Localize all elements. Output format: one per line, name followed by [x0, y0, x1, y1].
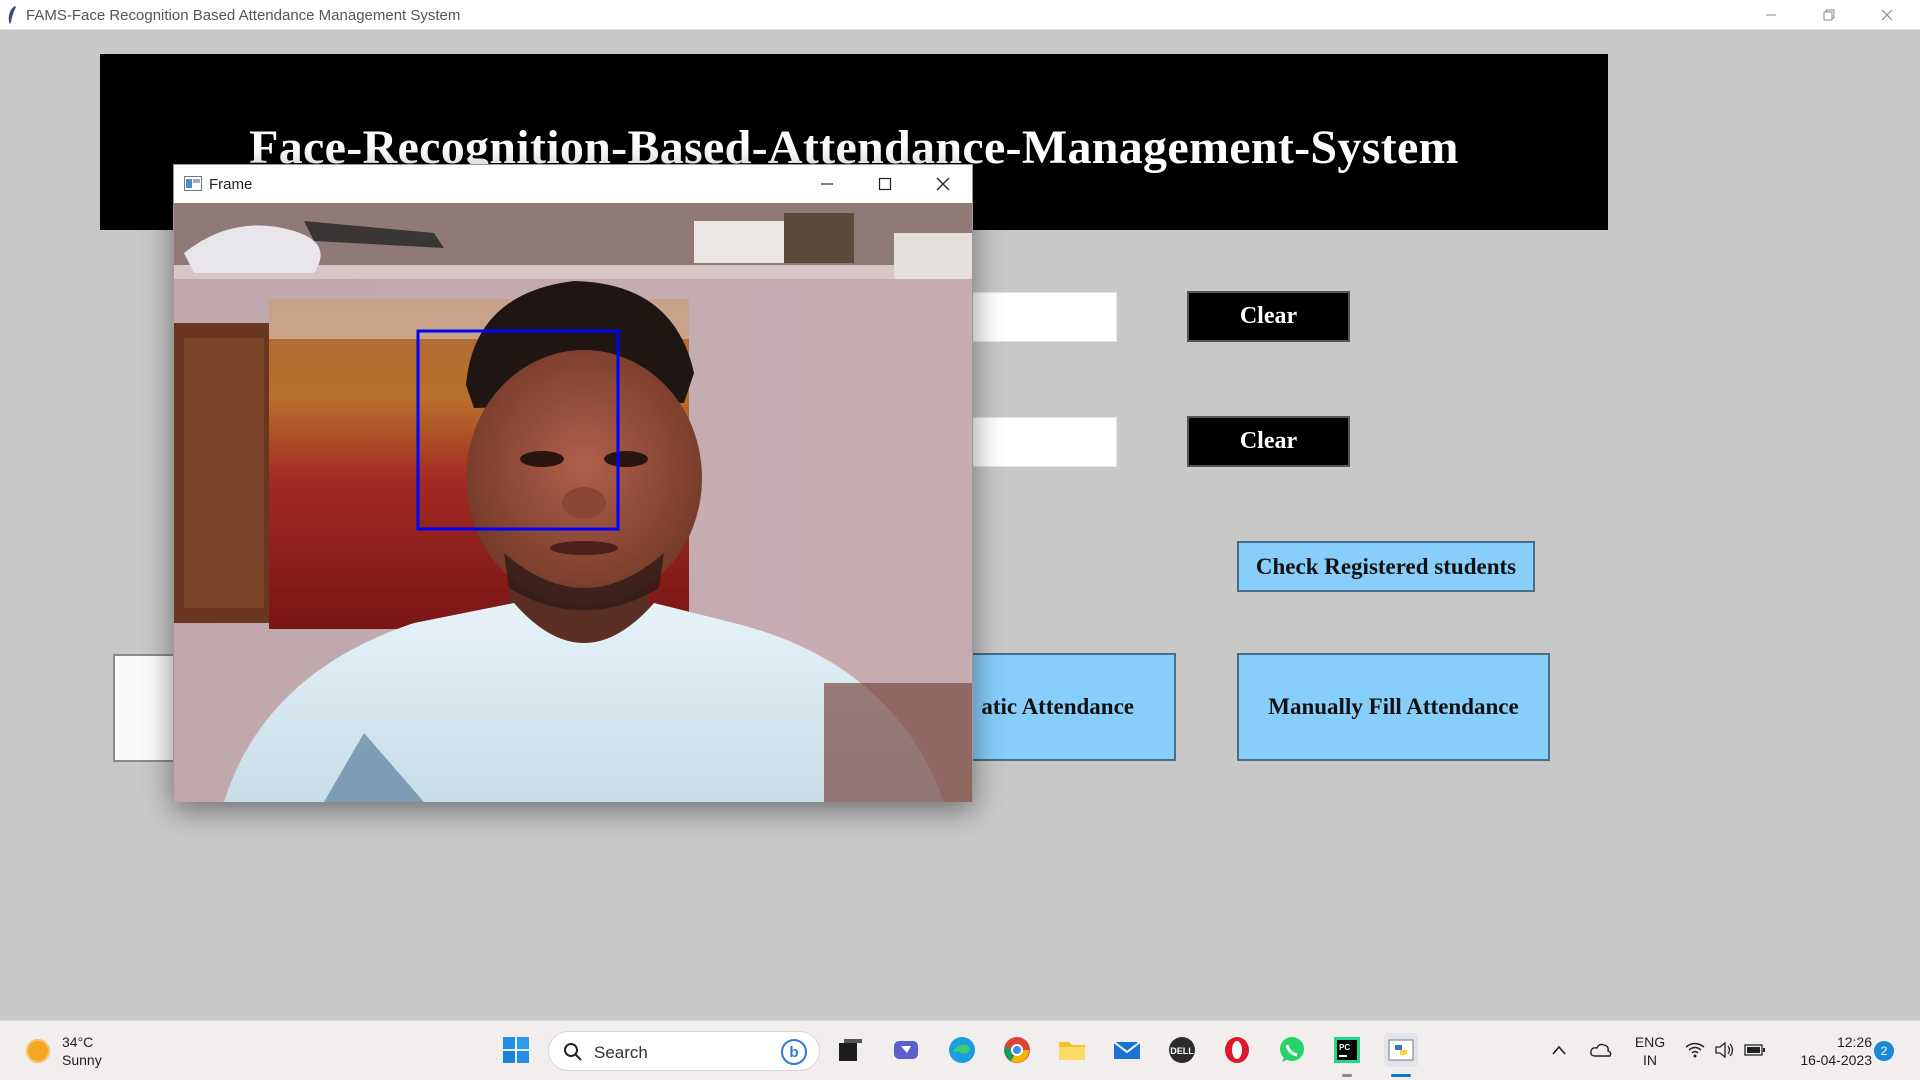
mail-button[interactable] [1110, 1033, 1144, 1067]
python-icon [1388, 1039, 1414, 1061]
camera-feed [174, 203, 972, 802]
file-explorer-button[interactable] [1055, 1033, 1089, 1067]
battery-icon [1744, 1044, 1765, 1056]
whatsapp-icon [1280, 1037, 1304, 1062]
camera-frame-window[interactable]: Frame [173, 164, 973, 802]
battery-button[interactable] [1742, 1033, 1768, 1067]
onedrive-button[interactable] [1586, 1033, 1616, 1067]
webcam-image [174, 203, 972, 802]
chrome-button[interactable] [1000, 1033, 1034, 1067]
name-input[interactable] [960, 417, 1117, 467]
minimize-icon [821, 183, 833, 185]
teams-button[interactable] [889, 1033, 923, 1067]
clock-button[interactable]: 12:26 16-04-2023 [1780, 1033, 1872, 1069]
wifi-button[interactable] [1682, 1033, 1708, 1067]
tk-feather-icon [8, 6, 16, 24]
pycharm-icon: PC [1334, 1037, 1360, 1063]
maximize-icon [878, 177, 892, 191]
frame-close-button[interactable] [914, 165, 972, 203]
close-icon [1881, 9, 1893, 21]
restore-icon [1823, 9, 1835, 21]
close-icon [936, 177, 950, 191]
show-hidden-icons-button[interactable] [1544, 1033, 1574, 1067]
start-button[interactable] [499, 1033, 533, 1067]
pycharm-running-indicator [1342, 1074, 1352, 1077]
clock-date: 16-04-2023 [1800, 1052, 1872, 1068]
clear-button-2[interactable]: Clear [1187, 416, 1350, 467]
check-registered-students-button[interactable]: Check Registered students [1237, 541, 1535, 592]
svg-text:PC: PC [1339, 1043, 1350, 1052]
weather-temperature: 34°C [62, 1034, 94, 1050]
main-title-bar: FAMS-Face Recognition Based Attendance M… [0, 0, 1920, 30]
search-placeholder: Search [594, 1043, 648, 1062]
clock-time: 12:26 [1836, 1034, 1872, 1050]
chrome-icon [1004, 1037, 1030, 1063]
edge-icon [949, 1037, 975, 1063]
volume-button[interactable] [1712, 1033, 1738, 1067]
frame-window-title: Frame [209, 176, 253, 193]
weather-condition: Sunny [62, 1052, 102, 1068]
cloud-icon [1590, 1043, 1612, 1057]
svg-text:DELL: DELL [1170, 1046, 1194, 1056]
pycharm-button[interactable]: PC [1330, 1033, 1364, 1067]
weather-widget[interactable]: 34°C Sunny [26, 1033, 102, 1069]
enrollment-input[interactable] [960, 292, 1117, 342]
clear-button-1[interactable]: Clear [1187, 291, 1350, 342]
main-window-title: FAMS-Face Recognition Based Attendance M… [26, 7, 461, 24]
notification-count-badge[interactable]: 2 [1874, 1041, 1894, 1061]
opera-button[interactable] [1220, 1033, 1254, 1067]
window-app-icon [184, 176, 202, 191]
dell-button[interactable]: DELL [1165, 1033, 1199, 1067]
bing-icon[interactable]: b [781, 1039, 807, 1065]
speaker-icon [1715, 1042, 1734, 1058]
python-button[interactable] [1384, 1033, 1418, 1067]
task-view-icon [839, 1039, 862, 1061]
manually-fill-attendance-button[interactable]: Manually Fill Attendance [1237, 653, 1550, 761]
teams-icon [894, 1041, 918, 1059]
taskbar-search-box[interactable]: Search b [548, 1031, 820, 1071]
minimize-button[interactable] [1742, 0, 1800, 30]
mail-icon [1113, 1041, 1141, 1059]
sun-icon [26, 1039, 50, 1063]
wifi-icon [1685, 1042, 1705, 1058]
search-icon [564, 1043, 582, 1061]
language-line2: IN [1643, 1052, 1657, 1068]
file-explorer-icon [1059, 1042, 1085, 1060]
whatsapp-button[interactable] [1275, 1033, 1309, 1067]
restore-button[interactable] [1800, 0, 1858, 30]
task-view-button[interactable] [833, 1033, 867, 1067]
language-line1: ENG [1634, 1034, 1666, 1050]
minimize-icon [1766, 14, 1776, 16]
taskbar: 34°C Sunny Search b DELL PC ENG IN 12:26… [0, 1020, 1920, 1080]
opera-icon [1225, 1037, 1249, 1063]
frame-title-bar[interactable]: Frame [174, 165, 972, 203]
frame-minimize-button[interactable] [798, 165, 856, 203]
windows-start-icon [503, 1037, 529, 1063]
close-button[interactable] [1858, 0, 1916, 30]
dell-icon: DELL [1169, 1037, 1195, 1063]
input-language-button[interactable]: ENG IN [1630, 1033, 1670, 1069]
edge-button[interactable] [945, 1033, 979, 1067]
python-running-indicator [1391, 1074, 1411, 1077]
frame-maximize-button[interactable] [856, 165, 914, 203]
chevron-up-icon [1552, 1045, 1566, 1055]
